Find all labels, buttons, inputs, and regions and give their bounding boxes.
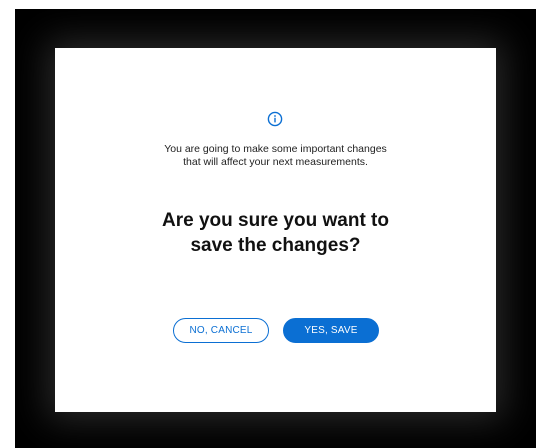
dialog-message-line-1: You are going to make some important cha…: [164, 143, 387, 155]
dialog-message-line-2: that will affect your next measurements.: [183, 156, 368, 168]
confirm-save-dialog: You are going to make some important cha…: [55, 48, 496, 412]
dialog-message: You are going to make some important cha…: [115, 143, 436, 169]
info-icon: [267, 111, 283, 127]
dialog-question: Are you sure you want to save the change…: [95, 208, 456, 258]
cancel-button[interactable]: NO, CANCEL: [173, 318, 269, 343]
dialog-question-line-1: Are you sure you want to: [162, 210, 389, 231]
save-button[interactable]: YES, SAVE: [283, 318, 379, 343]
dialog-question-line-2: save the changes?: [190, 235, 361, 256]
